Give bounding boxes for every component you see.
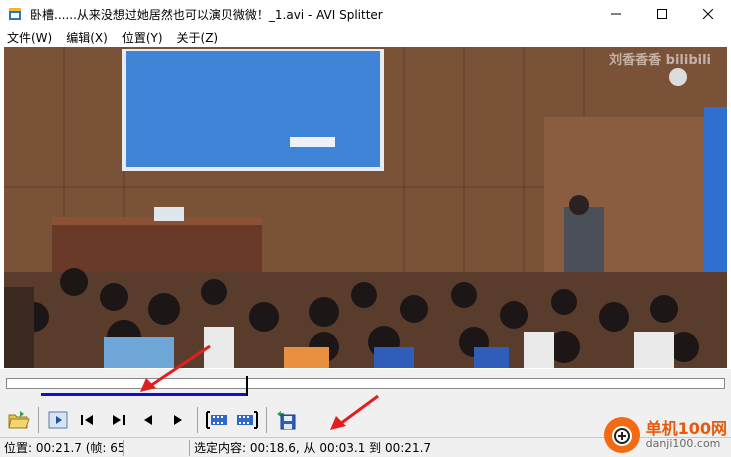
prev-frame-icon [144, 415, 152, 425]
open-file-button[interactable] [4, 407, 34, 433]
prev-keyframe-icon [81, 415, 93, 425]
selection-range-bar [41, 393, 246, 396]
video-watermark: 刘香香香 bilibili [609, 53, 711, 68]
close-icon [703, 9, 713, 19]
menu-about[interactable]: 关于(Z) [170, 29, 226, 46]
mark-start-icon [206, 411, 227, 429]
minimize-icon [611, 13, 621, 15]
next-frame-button[interactable] [163, 407, 193, 433]
window-title: 卧槽......从来没想过她居然也可以演贝微微！_1.avi - AVI Spl… [30, 7, 383, 22]
timeline[interactable] [0, 369, 731, 403]
next-keyframe-button[interactable] [103, 407, 133, 433]
video-frame [4, 47, 727, 368]
prev-frame-button[interactable] [133, 407, 163, 433]
set-start-button[interactable] [202, 407, 232, 433]
menu-file[interactable]: 文件(W) [0, 29, 59, 46]
toolbar-separator [38, 407, 39, 433]
next-keyframe-icon [113, 415, 125, 425]
status-pane-empty [124, 439, 190, 456]
maximize-button[interactable] [639, 0, 685, 28]
save-selection-button[interactable] [271, 407, 301, 433]
menu-position[interactable]: 位置(Y) [115, 29, 170, 46]
play-icon [48, 411, 68, 429]
close-button[interactable] [685, 0, 731, 28]
status-position: 位置: 00:21.7 (帧: 652 [0, 439, 124, 456]
play-button[interactable] [43, 407, 73, 433]
status-selection: 选定内容: 00:18.6, 从 00:03.1 到 00:21.7 [194, 440, 432, 455]
maximize-icon [657, 9, 667, 19]
title-bar: 卧槽......从来没想过她居然也可以演贝微微！_1.avi - AVI Spl… [0, 0, 731, 28]
position-marker[interactable] [245, 376, 248, 396]
folder-open-icon [8, 411, 30, 429]
toolbar [0, 403, 731, 437]
toolbar-separator [266, 407, 267, 433]
menu-bar: 文件(W) 编辑(X) 位置(Y) 关于(Z) [0, 28, 731, 46]
status-bar: 位置: 00:21.7 (帧: 652 选定内容: 00:18.6, 从 00:… [0, 437, 731, 457]
save-icon [277, 411, 296, 430]
minimize-button[interactable] [593, 0, 639, 28]
video-preview: 刘香香香 bilibili [4, 47, 727, 368]
prev-keyframe-button[interactable] [73, 407, 103, 433]
app-icon [9, 8, 21, 20]
mark-end-icon [237, 411, 258, 429]
next-frame-icon [174, 415, 182, 425]
set-end-button[interactable] [232, 407, 262, 433]
toolbar-separator [197, 407, 198, 433]
menu-edit[interactable]: 编辑(X) [59, 29, 115, 46]
timeline-track[interactable] [6, 378, 725, 389]
